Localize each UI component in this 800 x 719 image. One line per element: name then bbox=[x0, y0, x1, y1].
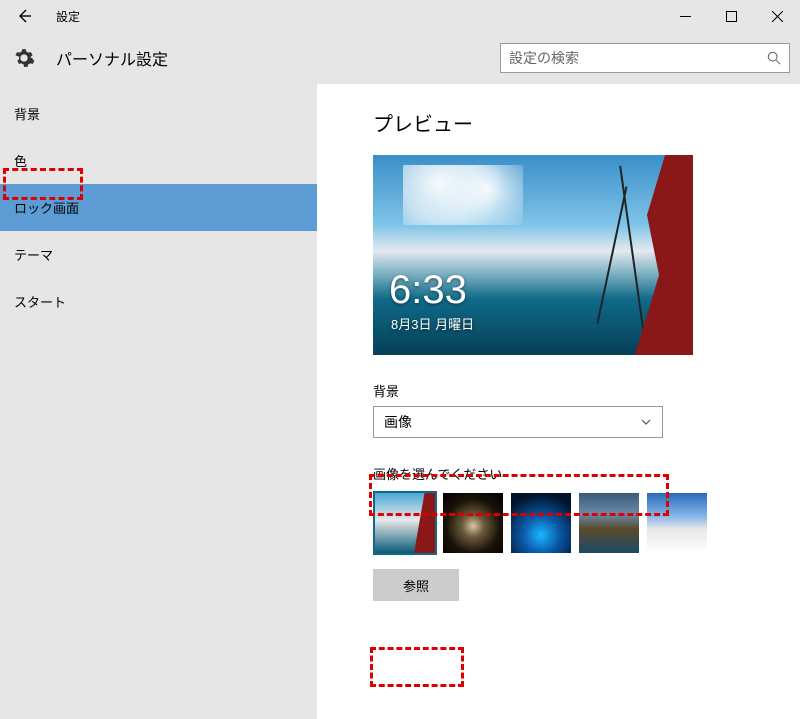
thumbnail-5[interactable] bbox=[645, 491, 709, 555]
thumbnail-image bbox=[443, 493, 503, 553]
content: プレビュー 6:33 8月3日 月曜日 背景 画像 画像を選んでください 参照 bbox=[317, 84, 800, 719]
lockscreen-preview: 6:33 8月3日 月曜日 bbox=[373, 155, 693, 355]
sidebar: 背景 色 ロック画面 テーマ スタート bbox=[0, 84, 317, 719]
sidebar-item-start[interactable]: スタート bbox=[0, 278, 317, 325]
choose-image-label: 画像を選んでください bbox=[373, 464, 760, 483]
close-button[interactable] bbox=[754, 0, 800, 32]
body: 背景 色 ロック画面 テーマ スタート プレビュー 6:33 8月3日 月曜日 … bbox=[0, 84, 800, 719]
arrow-left-icon bbox=[16, 8, 32, 24]
preview-heading: プレビュー bbox=[373, 108, 760, 137]
search-icon bbox=[767, 51, 781, 65]
thumbnail-1[interactable] bbox=[373, 491, 437, 555]
close-icon bbox=[772, 11, 783, 22]
sidebar-item-lockscreen[interactable]: ロック画面 bbox=[0, 184, 317, 231]
preview-date: 8月3日 月曜日 bbox=[391, 314, 474, 333]
search-input[interactable]: 設定の検索 bbox=[500, 43, 790, 73]
settings-icon bbox=[10, 44, 38, 72]
sidebar-item-label: スタート bbox=[14, 292, 66, 311]
sidebar-item-label: ロック画面 bbox=[14, 198, 79, 217]
back-button[interactable] bbox=[10, 2, 38, 30]
preview-time: 6:33 bbox=[389, 268, 467, 313]
page-title: パーソナル設定 bbox=[56, 46, 168, 70]
header: パーソナル設定 設定の検索 bbox=[0, 32, 800, 84]
image-thumbnails bbox=[373, 491, 760, 555]
sidebar-item-label: 色 bbox=[14, 151, 27, 170]
maximize-icon bbox=[726, 11, 737, 22]
background-label: 背景 bbox=[373, 381, 760, 400]
minimize-button[interactable] bbox=[662, 0, 708, 32]
window-buttons bbox=[662, 0, 800, 32]
background-dropdown[interactable]: 画像 bbox=[373, 406, 663, 438]
thumbnail-image bbox=[375, 493, 435, 553]
thumbnail-image bbox=[579, 493, 639, 553]
thumbnail-4[interactable] bbox=[577, 491, 641, 555]
sidebar-item-background[interactable]: 背景 bbox=[0, 90, 317, 137]
search-placeholder: 設定の検索 bbox=[509, 48, 767, 68]
chevron-down-icon bbox=[640, 416, 652, 428]
maximize-button[interactable] bbox=[708, 0, 754, 32]
thumbnail-image bbox=[647, 493, 707, 553]
minimize-icon bbox=[680, 11, 691, 22]
sidebar-item-themes[interactable]: テーマ bbox=[0, 231, 317, 278]
thumbnail-3[interactable] bbox=[509, 491, 573, 555]
thumbnail-2[interactable] bbox=[441, 491, 505, 555]
sidebar-item-label: テーマ bbox=[14, 245, 53, 264]
thumbnail-image bbox=[511, 493, 571, 553]
dropdown-value: 画像 bbox=[384, 412, 412, 432]
titlebar: 設定 bbox=[0, 0, 800, 32]
browse-button[interactable]: 参照 bbox=[373, 569, 459, 601]
preview-cloud bbox=[403, 165, 523, 225]
gear-icon bbox=[13, 47, 35, 69]
sidebar-item-colors[interactable]: 色 bbox=[0, 137, 317, 184]
window-title: 設定 bbox=[56, 8, 80, 25]
sidebar-item-label: 背景 bbox=[14, 104, 40, 123]
